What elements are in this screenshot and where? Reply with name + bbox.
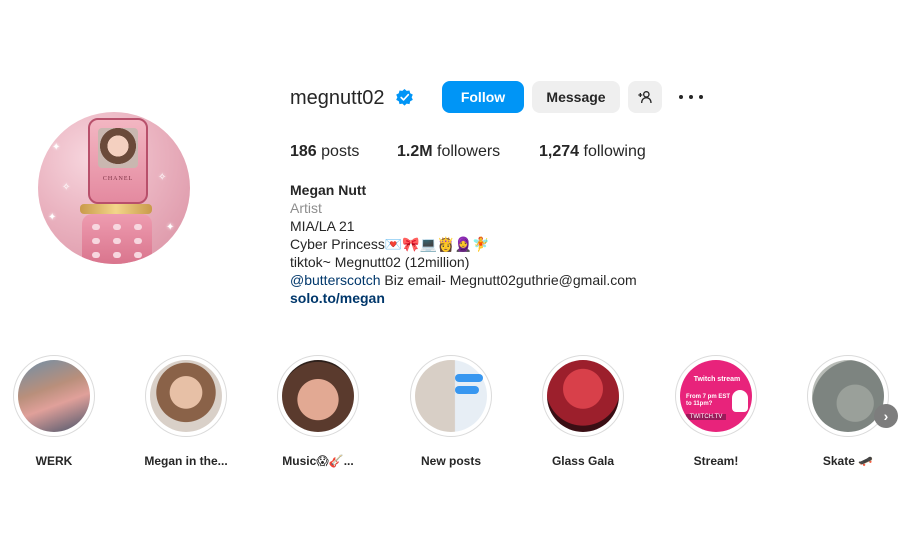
- followers-stat[interactable]: 1.2M followers: [397, 143, 500, 161]
- highlight-label: WERK: [35, 454, 73, 468]
- profile-username: megnutt02: [290, 87, 385, 109]
- bio-email: Biz email- Megnutt02guthrie@gmail.com: [380, 272, 637, 288]
- sparkle-icon: ✦: [48, 212, 57, 223]
- highlight-ring: Twitch stream From 7 pm EST to 11pm? TWI…: [675, 355, 757, 437]
- highlight-skate-image: [812, 360, 884, 432]
- highlight-megan-image: [150, 360, 222, 432]
- avatar-key: [92, 252, 100, 258]
- following-count: 1,274: [539, 143, 580, 160]
- avatar-key: [113, 224, 121, 230]
- highlight-ring: [145, 355, 227, 437]
- bio-category: Artist: [290, 200, 322, 216]
- more-dot: [679, 95, 683, 99]
- highlight-label: New posts: [420, 454, 481, 468]
- stream-text-link: TWITCH.TV: [686, 414, 726, 420]
- highlight-label: Stream!: [693, 454, 739, 468]
- bio-contact-line: @butterscotch Biz email- Megnutt02guthri…: [290, 271, 710, 289]
- highlight-label: Skate 🛹: [822, 454, 874, 468]
- stream-text-title: Twitch stream: [693, 376, 741, 383]
- verified-badge-icon: [396, 88, 413, 106]
- sparkle-icon: ✦: [166, 222, 175, 233]
- avatar-phone-top: CHANEL: [88, 118, 148, 204]
- bio-line: tiktok~ Megnutt02 (12million): [290, 254, 470, 270]
- highlight-werk-image: [18, 360, 90, 432]
- sparkle-icon: ✧: [62, 182, 71, 193]
- avatar-key: [134, 238, 142, 244]
- avatar-key: [113, 252, 121, 258]
- highlight-chat-bubble: [455, 386, 479, 394]
- avatar-key: [113, 238, 121, 244]
- following-label: following: [583, 143, 646, 160]
- highlight-glass-gala-image: [547, 360, 619, 432]
- followers-count: 1.2M: [397, 143, 433, 160]
- highlight-stream-image: Twitch stream From 7 pm EST to 11pm? TWI…: [680, 360, 752, 432]
- bunny-icon: [732, 390, 748, 412]
- follow-button[interactable]: Follow: [442, 81, 524, 113]
- followers-label: followers: [437, 143, 501, 160]
- highlight-chat-bubble: [455, 374, 483, 382]
- bio-mention-link[interactable]: @butterscotch: [290, 272, 380, 288]
- highlight-music-image: [282, 360, 354, 432]
- more-dot: [699, 95, 703, 99]
- sparkle-icon: ✦: [52, 142, 61, 153]
- avatar-key: [92, 238, 100, 244]
- add-person-icon: [638, 91, 652, 104]
- highlight-label: Music😱🎸...: [282, 454, 354, 468]
- bio-external-link[interactable]: solo.to/megan: [290, 289, 710, 307]
- highlight-ring: [277, 355, 359, 437]
- highlight-ring: [13, 355, 95, 437]
- avatar-phone-hinge: [80, 204, 152, 214]
- avatar-phone-brand: CHANEL: [102, 176, 134, 182]
- following-stat[interactable]: 1,274 following: [539, 143, 646, 161]
- avatar-key: [134, 224, 142, 230]
- profile-avatar[interactable]: CHANEL ✦ ✧ ✦ ✧ ✦: [38, 112, 190, 264]
- avatar-key: [92, 224, 100, 230]
- bio-name: Megan Nutt: [290, 182, 367, 198]
- suggest-accounts-button[interactable]: [628, 81, 662, 113]
- highlight-new-posts-image: [415, 360, 487, 432]
- posts-stat: 186 posts: [290, 143, 359, 161]
- bio-line: MIA/LA 21: [290, 218, 355, 234]
- more-options-icon[interactable]: [679, 89, 703, 105]
- highlight-ring: [542, 355, 624, 437]
- message-button[interactable]: Message: [532, 81, 620, 113]
- posts-count: 186: [290, 143, 317, 160]
- chevron-right-icon[interactable]: ›: [874, 404, 898, 428]
- highlight-ring: [410, 355, 492, 437]
- highlight-label: Glass Gala: [551, 454, 615, 468]
- more-dot: [689, 95, 693, 99]
- highlight-ring: [807, 355, 889, 437]
- stream-text-time: From 7 pm EST to 11pm?: [686, 394, 731, 407]
- posts-label: posts: [321, 143, 360, 160]
- avatar-phone-screen: [98, 128, 138, 168]
- avatar-key: [134, 252, 142, 258]
- story-highlights: WERK Megan in the... Music😱🎸... New post…: [0, 355, 900, 475]
- profile-bio: Megan Nutt Artist MIA/LA 21 Cyber Prince…: [290, 181, 710, 307]
- bio-line: Cyber Princess💌🎀💻👸🧕🧚: [290, 236, 490, 252]
- highlight-label: Megan in the...: [144, 454, 228, 468]
- avatar-phone-bottom: [82, 214, 152, 264]
- sparkle-icon: ✧: [158, 172, 167, 183]
